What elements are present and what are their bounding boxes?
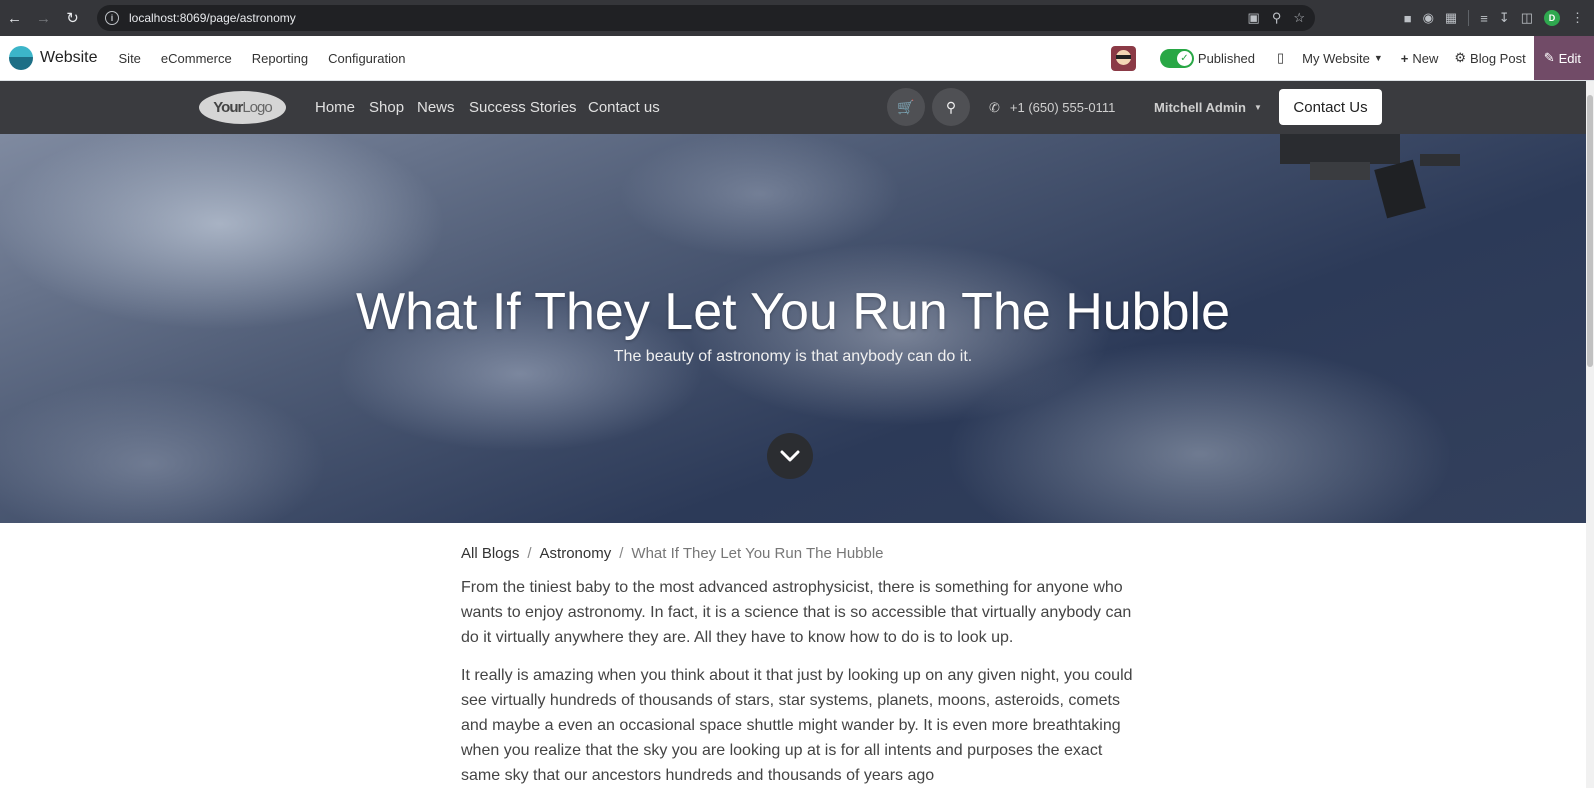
contact-us-button[interactable]: Contact Us xyxy=(1279,89,1382,125)
published-label[interactable]: Published xyxy=(1198,51,1255,66)
space-station-image xyxy=(1280,134,1460,219)
caret-down-icon: ▼ xyxy=(1253,103,1262,112)
breadcrumb-all-blogs[interactable]: All Blogs xyxy=(461,545,519,562)
caret-down-icon: ▼ xyxy=(1373,53,1383,63)
browser-menu-icon[interactable]: ⋮ xyxy=(1571,10,1584,26)
install-app-icon[interactable]: ▣ xyxy=(1248,10,1260,26)
site-logo[interactable]: Your Logo xyxy=(199,91,286,124)
odoo-admin-bar: Website Site eCommerce Reporting Configu… xyxy=(0,36,1594,81)
zoom-icon[interactable]: ⚲ xyxy=(1272,10,1282,26)
scroll-down-button[interactable] xyxy=(767,433,813,479)
cart-icon: 🛒 xyxy=(897,98,915,115)
reload-icon[interactable]: ↻ xyxy=(58,0,87,36)
extensions-puzzle-icon[interactable]: ▦ xyxy=(1445,10,1457,26)
search-button[interactable]: ⚲ xyxy=(932,88,970,126)
chevron-down-icon xyxy=(780,450,800,462)
scrollbar-thumb[interactable] xyxy=(1587,95,1593,367)
hero-title: What If They Let You Run The Hubble xyxy=(356,283,1230,341)
back-icon[interactable]: ← xyxy=(0,0,29,36)
side-panel-icon[interactable]: ◫ xyxy=(1521,10,1533,26)
nav-shop[interactable]: Shop xyxy=(369,81,404,134)
address-bar[interactable]: i localhost:8069/page/astronomy ▣ ⚲ ☆ xyxy=(97,5,1315,31)
menu-ecommerce[interactable]: eCommerce xyxy=(161,51,232,66)
breadcrumb: All Blogs / Astronomy / What If They Let… xyxy=(461,545,1141,562)
website-navbar: Your Logo Home Shop News Success Stories … xyxy=(0,81,1594,134)
menu-reporting[interactable]: Reporting xyxy=(252,51,308,66)
article-paragraph: From the tiniest baby to the most advanc… xyxy=(461,579,1132,646)
plus-icon: + xyxy=(1400,50,1409,66)
user-avatar[interactable] xyxy=(1110,45,1136,71)
breadcrumb-separator: / xyxy=(619,545,624,562)
gear-icon: ⚙ xyxy=(1454,50,1467,65)
page-scrollbar[interactable] xyxy=(1586,81,1594,788)
new-label: New xyxy=(1412,50,1439,66)
nav-success-stories[interactable]: Success Stories xyxy=(469,81,577,134)
blog-post-label: Blog Post xyxy=(1470,50,1526,66)
hero-subtitle: The beauty of astronomy is that anybody … xyxy=(613,348,973,365)
website-switcher-label: My Website xyxy=(1302,50,1370,66)
article-paragraph: It really is amazing when you think abou… xyxy=(461,667,1133,784)
download-icon[interactable]: ↧ xyxy=(1499,10,1510,26)
hero-cover: What If They Let You Run The Hubble The … xyxy=(0,134,1586,523)
forward-icon[interactable]: → xyxy=(29,0,58,36)
breadcrumb-astronomy[interactable]: Astronomy xyxy=(540,545,612,562)
profile-avatar[interactable]: D xyxy=(1544,10,1560,26)
blog-content: All Blogs / Astronomy / What If They Let… xyxy=(461,545,1141,788)
odoo-website-app-icon[interactable] xyxy=(9,46,33,70)
breadcrumb-current: What If They Let You Run The Hubble xyxy=(631,545,884,562)
url-text[interactable]: localhost:8069/page/astronomy xyxy=(129,11,296,25)
nav-news[interactable]: News xyxy=(417,81,455,134)
toolbar-divider xyxy=(1468,10,1470,26)
user-name: Mitchell Admin xyxy=(1154,100,1246,115)
browser-toolbar: ← → ↻ i localhost:8069/page/astronomy ▣ … xyxy=(0,0,1594,36)
check-icon: ✓ xyxy=(1176,50,1192,66)
blog-post-settings-button[interactable]: ⚙ Blog Post xyxy=(1454,50,1525,66)
app-name[interactable]: Website xyxy=(40,49,98,67)
website-switcher[interactable]: My Website ▼ xyxy=(1302,51,1383,66)
cart-button[interactable]: 🛒 xyxy=(887,88,925,126)
edit-label: Edit xyxy=(1558,50,1581,66)
menu-site[interactable]: Site xyxy=(119,51,141,66)
edit-button[interactable]: ✎ Edit xyxy=(1533,36,1594,80)
nav-contact-us[interactable]: Contact us xyxy=(588,81,660,134)
mobile-preview-icon[interactable]: ▯ xyxy=(1277,50,1284,66)
color-picker-extension-icon[interactable]: ◉ xyxy=(1423,10,1434,26)
new-button[interactable]: + New xyxy=(1401,51,1439,66)
nav-home[interactable]: Home xyxy=(315,81,355,134)
search-icon: ⚲ xyxy=(945,98,957,115)
bookmark-star-icon[interactable]: ☆ xyxy=(1293,10,1305,26)
menu-configuration[interactable]: Configuration xyxy=(328,51,405,66)
site-info-icon[interactable]: i xyxy=(105,11,119,25)
published-toggle[interactable]: ✓ xyxy=(1159,48,1194,68)
phone-number: +1 (650) 555-0111 xyxy=(1009,100,1116,115)
extension-icon[interactable]: ■ xyxy=(1404,11,1412,26)
breadcrumb-separator: / xyxy=(527,545,532,562)
phone-link[interactable]: ✆ +1 (650) 555-0111 xyxy=(989,81,1115,134)
phone-icon: ✆ xyxy=(989,99,1000,115)
pencil-icon: ✎ xyxy=(1543,50,1555,65)
user-menu[interactable]: Mitchell Admin ▼ xyxy=(1154,81,1262,134)
logo-text-your: Your xyxy=(213,99,243,116)
reading-list-icon[interactable]: ≡ xyxy=(1480,11,1488,26)
logo-text-logo: Logo xyxy=(242,99,272,116)
